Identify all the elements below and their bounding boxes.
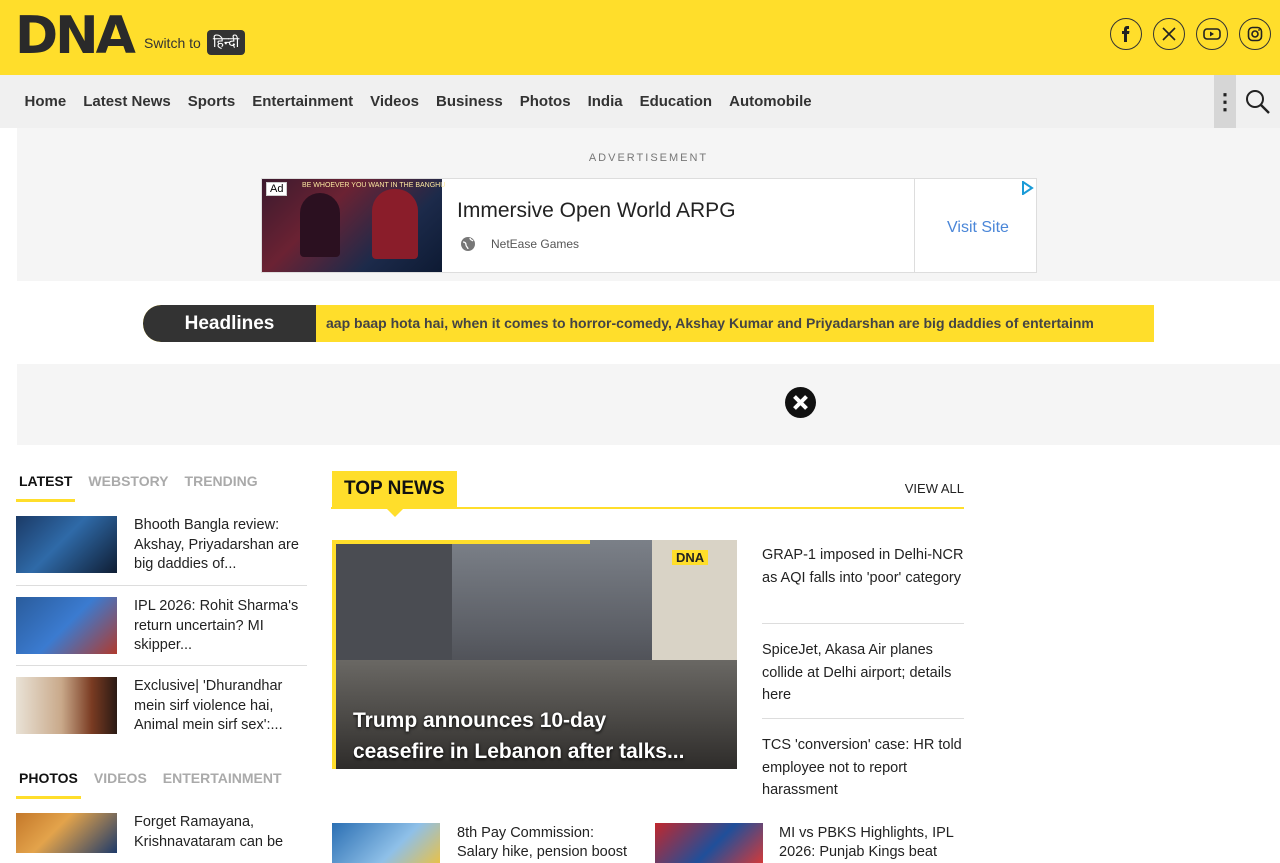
divider: [762, 623, 964, 624]
nav-business[interactable]: Business: [428, 93, 512, 110]
hero-story[interactable]: DNA Trump announces 10-day ceasefire in …: [332, 540, 737, 769]
divider: [16, 585, 307, 586]
side-story[interactable]: TCS 'conversion' case: HR told employee …: [762, 734, 964, 802]
language-switch[interactable]: Switch to हिन्दी: [144, 30, 246, 55]
top-news-header: TOP NEWS VIEW ALL: [331, 471, 964, 517]
hero-headline-line[interactable]: ceasefire in Lebanon after talks...: [353, 736, 723, 767]
hero-headline-line[interactable]: Trump announces 10-day: [353, 705, 723, 736]
list-item[interactable]: Forget Ramayana, Krishnavataram can be: [16, 813, 307, 853]
tab-entertainment[interactable]: ENTERTAINMENT: [160, 770, 285, 799]
tab-photos[interactable]: PHOTOS: [16, 770, 81, 799]
list-item[interactable]: Bhooth Bangla review: Akshay, Priyadarsh…: [16, 516, 307, 588]
nav-entertainment[interactable]: Entertainment: [244, 93, 362, 110]
photos-tabs: PHOTOS VIDEOS ENTERTAINMENT: [16, 770, 285, 799]
nav-photos[interactable]: Photos: [511, 93, 579, 110]
ad-image[interactable]: Ad BE WHOEVER YOU WANT IN THE BANGHU: [262, 179, 446, 272]
close-icon[interactable]: [784, 386, 817, 419]
story-thumbnail[interactable]: [16, 516, 117, 573]
nav-list: Home Latest News Sports Entertainment Vi…: [16, 75, 820, 128]
ad-badge: Ad: [266, 182, 288, 196]
story-thumbnail[interactable]: [16, 597, 117, 654]
ad-label: ADVERTISEMENT: [588, 152, 709, 164]
story-thumbnail[interactable]: [332, 823, 440, 863]
ad-placeholder: [17, 364, 1280, 445]
ad-image-text: BE WHOEVER YOU WANT IN THE BANGHU: [302, 182, 446, 189]
list-item[interactable]: Exclusive| 'Dhurandhar mein sirf violenc…: [16, 677, 307, 749]
dna-watermark: DNA: [672, 550, 709, 565]
bottom-story[interactable]: 8th Pay Commission: Salary hike, pension…: [457, 824, 637, 862]
view-all-link[interactable]: VIEW ALL: [905, 481, 964, 496]
nav-automobile[interactable]: Automobile: [721, 93, 821, 110]
hero-accent: [332, 540, 336, 769]
nav-sports[interactable]: Sports: [179, 93, 244, 110]
top-news-title: TOP NEWS: [332, 471, 457, 507]
header-pointer: [386, 508, 404, 517]
hero-accent: [332, 540, 590, 544]
hero-headline[interactable]: Trump announces 10-day ceasefire in Leba…: [353, 705, 723, 767]
dna-logo[interactable]: DNA: [15, 8, 136, 64]
nav-videos[interactable]: Videos: [362, 93, 428, 110]
facebook-icon[interactable]: [1110, 18, 1142, 50]
adchoices-icon[interactable]: [1020, 181, 1034, 195]
tab-trending[interactable]: TRENDING: [182, 473, 261, 502]
globe-icon: [461, 237, 475, 251]
latest-tabs: LATEST WEBSTORY TRENDING: [16, 473, 261, 502]
story-thumbnail[interactable]: [16, 813, 117, 853]
x-icon[interactable]: [1153, 18, 1185, 50]
story-thumbnail[interactable]: [16, 677, 117, 734]
visit-site-button[interactable]: Visit Site: [947, 219, 1009, 237]
divider: [762, 718, 964, 719]
tab-webstory[interactable]: WEBSTORY: [85, 473, 171, 502]
ad-figure: [372, 189, 418, 259]
ad-divider: [914, 179, 915, 272]
youtube-icon[interactable]: [1196, 18, 1228, 50]
headlines-label: Headlines: [143, 305, 316, 342]
ad-banner[interactable]: Ad BE WHOEVER YOU WANT IN THE BANGHU Imm…: [261, 178, 1037, 273]
ad-title[interactable]: Immersive Open World ARPG: [457, 199, 736, 223]
switch-label: Switch to: [144, 34, 201, 51]
side-story[interactable]: SpiceJet, Akasa Air planes collide at De…: [762, 639, 964, 707]
ad-source: NetEase Games: [491, 237, 580, 251]
advertisement-band: ADVERTISEMENT Ad BE WHOEVER YOU WANT IN …: [17, 128, 1280, 281]
site-header: DNA Switch to हिन्दी: [0, 0, 1280, 75]
nav-home[interactable]: Home: [16, 93, 75, 110]
story-title[interactable]: Bhooth Bangla review: Akshay, Priyadarsh…: [134, 516, 304, 576]
bottom-story[interactable]: MI vs PBKS Highlights, IPL 2026: Punjab …: [779, 824, 969, 862]
divider: [16, 665, 307, 666]
story-title[interactable]: IPL 2026: Rohit Sharma's return uncertai…: [134, 597, 304, 657]
search-icon[interactable]: [1244, 88, 1272, 116]
main-nav: Home Latest News Sports Entertainment Vi…: [0, 75, 1280, 128]
story-title[interactable]: Exclusive| 'Dhurandhar mein sirf violenc…: [134, 677, 304, 737]
story-title[interactable]: Forget Ramayana, Krishnavataram can be: [134, 813, 304, 853]
nav-latest-news[interactable]: Latest News: [75, 93, 180, 110]
tab-videos[interactable]: VIDEOS: [91, 770, 150, 799]
instagram-icon[interactable]: [1239, 18, 1271, 50]
tab-latest[interactable]: LATEST: [16, 473, 76, 502]
story-thumbnail[interactable]: [655, 823, 763, 863]
side-story[interactable]: GRAP-1 imposed in Delhi-NCR as AQI falls…: [762, 544, 964, 589]
headline-ticker-text[interactable]: aap baap hota hai, when it comes to horr…: [326, 305, 1154, 342]
list-item[interactable]: IPL 2026: Rohit Sharma's return uncertai…: [16, 597, 307, 669]
more-menu-button[interactable]: ⋮: [1214, 75, 1236, 128]
ad-figure: [300, 193, 340, 257]
headlines-ticker: Headlines aap baap hota hai, when it com…: [143, 305, 1154, 342]
nav-india[interactable]: India: [579, 93, 631, 110]
hindi-button[interactable]: हिन्दी: [206, 30, 246, 55]
nav-education[interactable]: Education: [631, 93, 721, 110]
